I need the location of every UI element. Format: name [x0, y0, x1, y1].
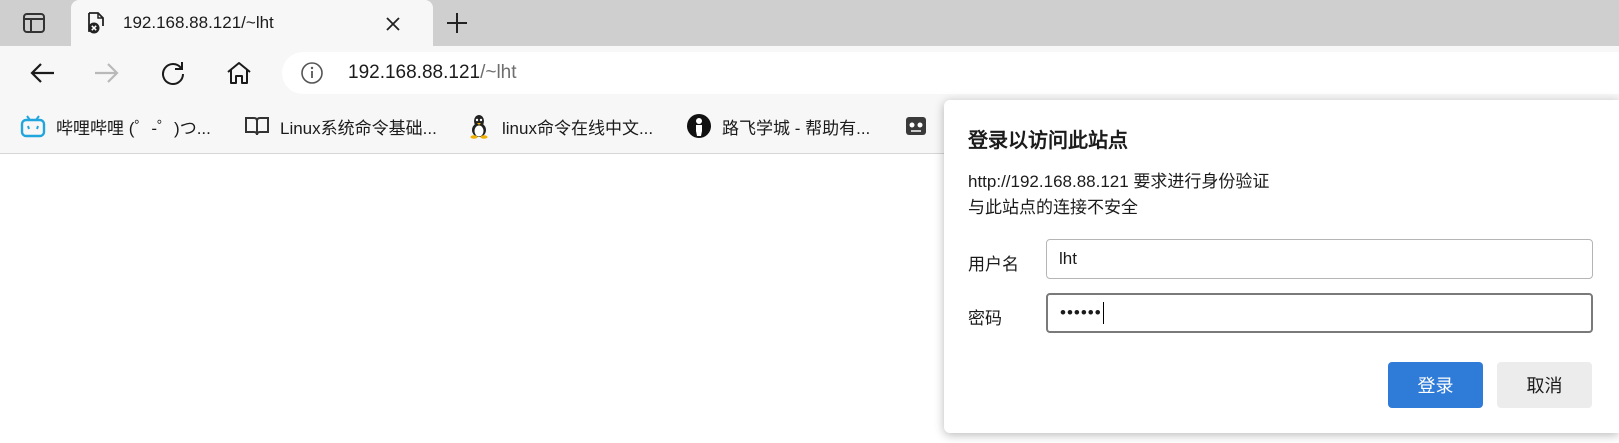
username-label: 用户名	[968, 255, 1019, 274]
cancel-button[interactable]: 取消	[1497, 362, 1592, 408]
url-path: /~lht	[480, 62, 517, 83]
bookmark-linux-commands[interactable]: Linux系统命令基础...	[244, 112, 437, 140]
bookmark-label: 路飞学城 - 帮助有...	[722, 118, 871, 138]
plus-icon	[447, 13, 467, 33]
tab-title: 192.168.88.121/~lht	[123, 13, 274, 32]
bookmark-partial[interactable]	[903, 112, 929, 140]
navigation-toolbar: 192.168.88.121/~lht	[0, 46, 1619, 100]
dialog-auth-message: http://192.168.88.121 要求进行身份验证	[968, 172, 1270, 191]
bookmark-luffy[interactable]: 路飞学城 - 帮助有...	[686, 112, 870, 140]
password-input[interactable]: ••••••	[1046, 293, 1593, 333]
new-tab-button[interactable]	[441, 8, 473, 38]
refresh-button[interactable]	[155, 55, 191, 91]
book-icon	[244, 113, 270, 139]
tab-actions-icon	[23, 13, 45, 33]
back-arrow-icon	[30, 63, 54, 83]
bookmark-bilibili[interactable]: 哔哩哔哩 (゜-゜)つ...	[20, 112, 211, 140]
password-value: ••••••	[1060, 303, 1102, 322]
dialog-title: 登录以访问此站点	[968, 130, 1128, 152]
forward-button[interactable]	[89, 55, 125, 91]
login-button[interactable]: 登录	[1388, 362, 1483, 408]
tux-penguin-icon	[466, 113, 492, 139]
bookmark-label: 哔哩哔哩 (゜-゜)つ...	[56, 118, 211, 138]
active-tab[interactable]: 192.168.88.121/~lht	[71, 0, 433, 46]
tab-close-button[interactable]	[381, 12, 405, 36]
home-button[interactable]	[221, 55, 257, 91]
url-host: 192.168.88.121	[348, 62, 481, 83]
bilibili-icon	[20, 113, 46, 139]
tab-actions-button[interactable]	[14, 8, 54, 38]
avatar-icon	[903, 113, 929, 139]
url-text[interactable]: 192.168.88.121/~lht	[348, 62, 517, 84]
address-bar[interactable]: 192.168.88.121/~lht	[282, 52, 1619, 94]
close-icon	[386, 17, 400, 31]
password-label: 密码	[968, 309, 1002, 328]
bookmark-label: linux命令在线中文...	[502, 118, 654, 138]
auth-dialog: 登录以访问此站点 http://192.168.88.121 要求进行身份验证 …	[944, 100, 1619, 433]
info-icon[interactable]	[300, 61, 324, 85]
tab-strip: 192.168.88.121/~lht	[0, 0, 1619, 46]
luffy-icon	[686, 113, 712, 139]
home-icon	[227, 62, 251, 84]
bookmark-label: Linux系统命令基础...	[280, 118, 437, 138]
dialog-insecure-message: 与此站点的连接不安全	[968, 198, 1138, 217]
username-input[interactable]: lht	[1046, 239, 1593, 279]
page-error-icon	[88, 12, 104, 34]
forward-arrow-icon	[95, 63, 119, 83]
username-value: lht	[1059, 249, 1077, 268]
refresh-icon	[162, 62, 184, 85]
text-caret	[1102, 302, 1104, 324]
back-button[interactable]	[24, 55, 60, 91]
bookmark-linux-online[interactable]: linux命令在线中文...	[466, 112, 653, 140]
